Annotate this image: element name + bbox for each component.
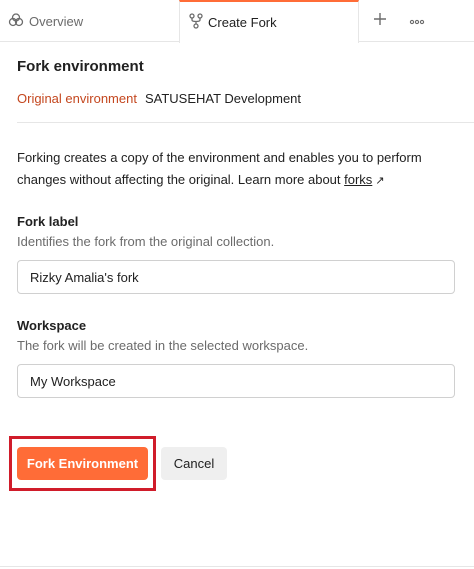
original-environment-value: SATUSEHAT Development — [144, 91, 302, 106]
forks-learn-more-link[interactable]: forks — [344, 172, 372, 187]
fork-label-help: Identifies the fork from the original co… — [17, 234, 275, 249]
tab-create-fork[interactable]: Create Fork — [179, 0, 359, 43]
workspace-help: The fork will be created in the selected… — [17, 338, 309, 353]
tab-overview[interactable]: Overview — [0, 0, 179, 42]
more-horizontal-icon — [409, 12, 425, 30]
external-link-icon: ↗ — [375, 175, 385, 187]
more-tabs-button[interactable] — [406, 9, 428, 33]
fork-icon — [189, 13, 208, 32]
cancel-button[interactable]: Cancel — [161, 447, 227, 480]
fork-description: Forking creates a copy of the environmen… — [17, 147, 457, 192]
environment-icon — [8, 12, 29, 30]
workspace-select[interactable] — [17, 364, 455, 398]
fork-environment-button[interactable]: Fork Environment — [17, 447, 148, 480]
tab-bar: Overview Create Fork — [0, 0, 474, 43]
new-tab-button[interactable] — [369, 9, 391, 33]
original-environment-label: Original environment — [17, 91, 137, 106]
workspace-heading: Workspace — [17, 318, 87, 333]
tab-create-fork-label: Create Fork — [208, 15, 277, 30]
plus-icon — [373, 12, 387, 31]
page-title: Fork environment — [17, 58, 144, 75]
fork-label-heading: Fork label — [17, 214, 79, 229]
tab-overview-label: Overview — [29, 13, 84, 29]
fork-label-input[interactable] — [17, 260, 455, 294]
original-environment-row: Original environment SATUSEHAT Developme… — [17, 91, 301, 106]
divider — [17, 122, 474, 123]
bottom-divider — [0, 566, 474, 567]
